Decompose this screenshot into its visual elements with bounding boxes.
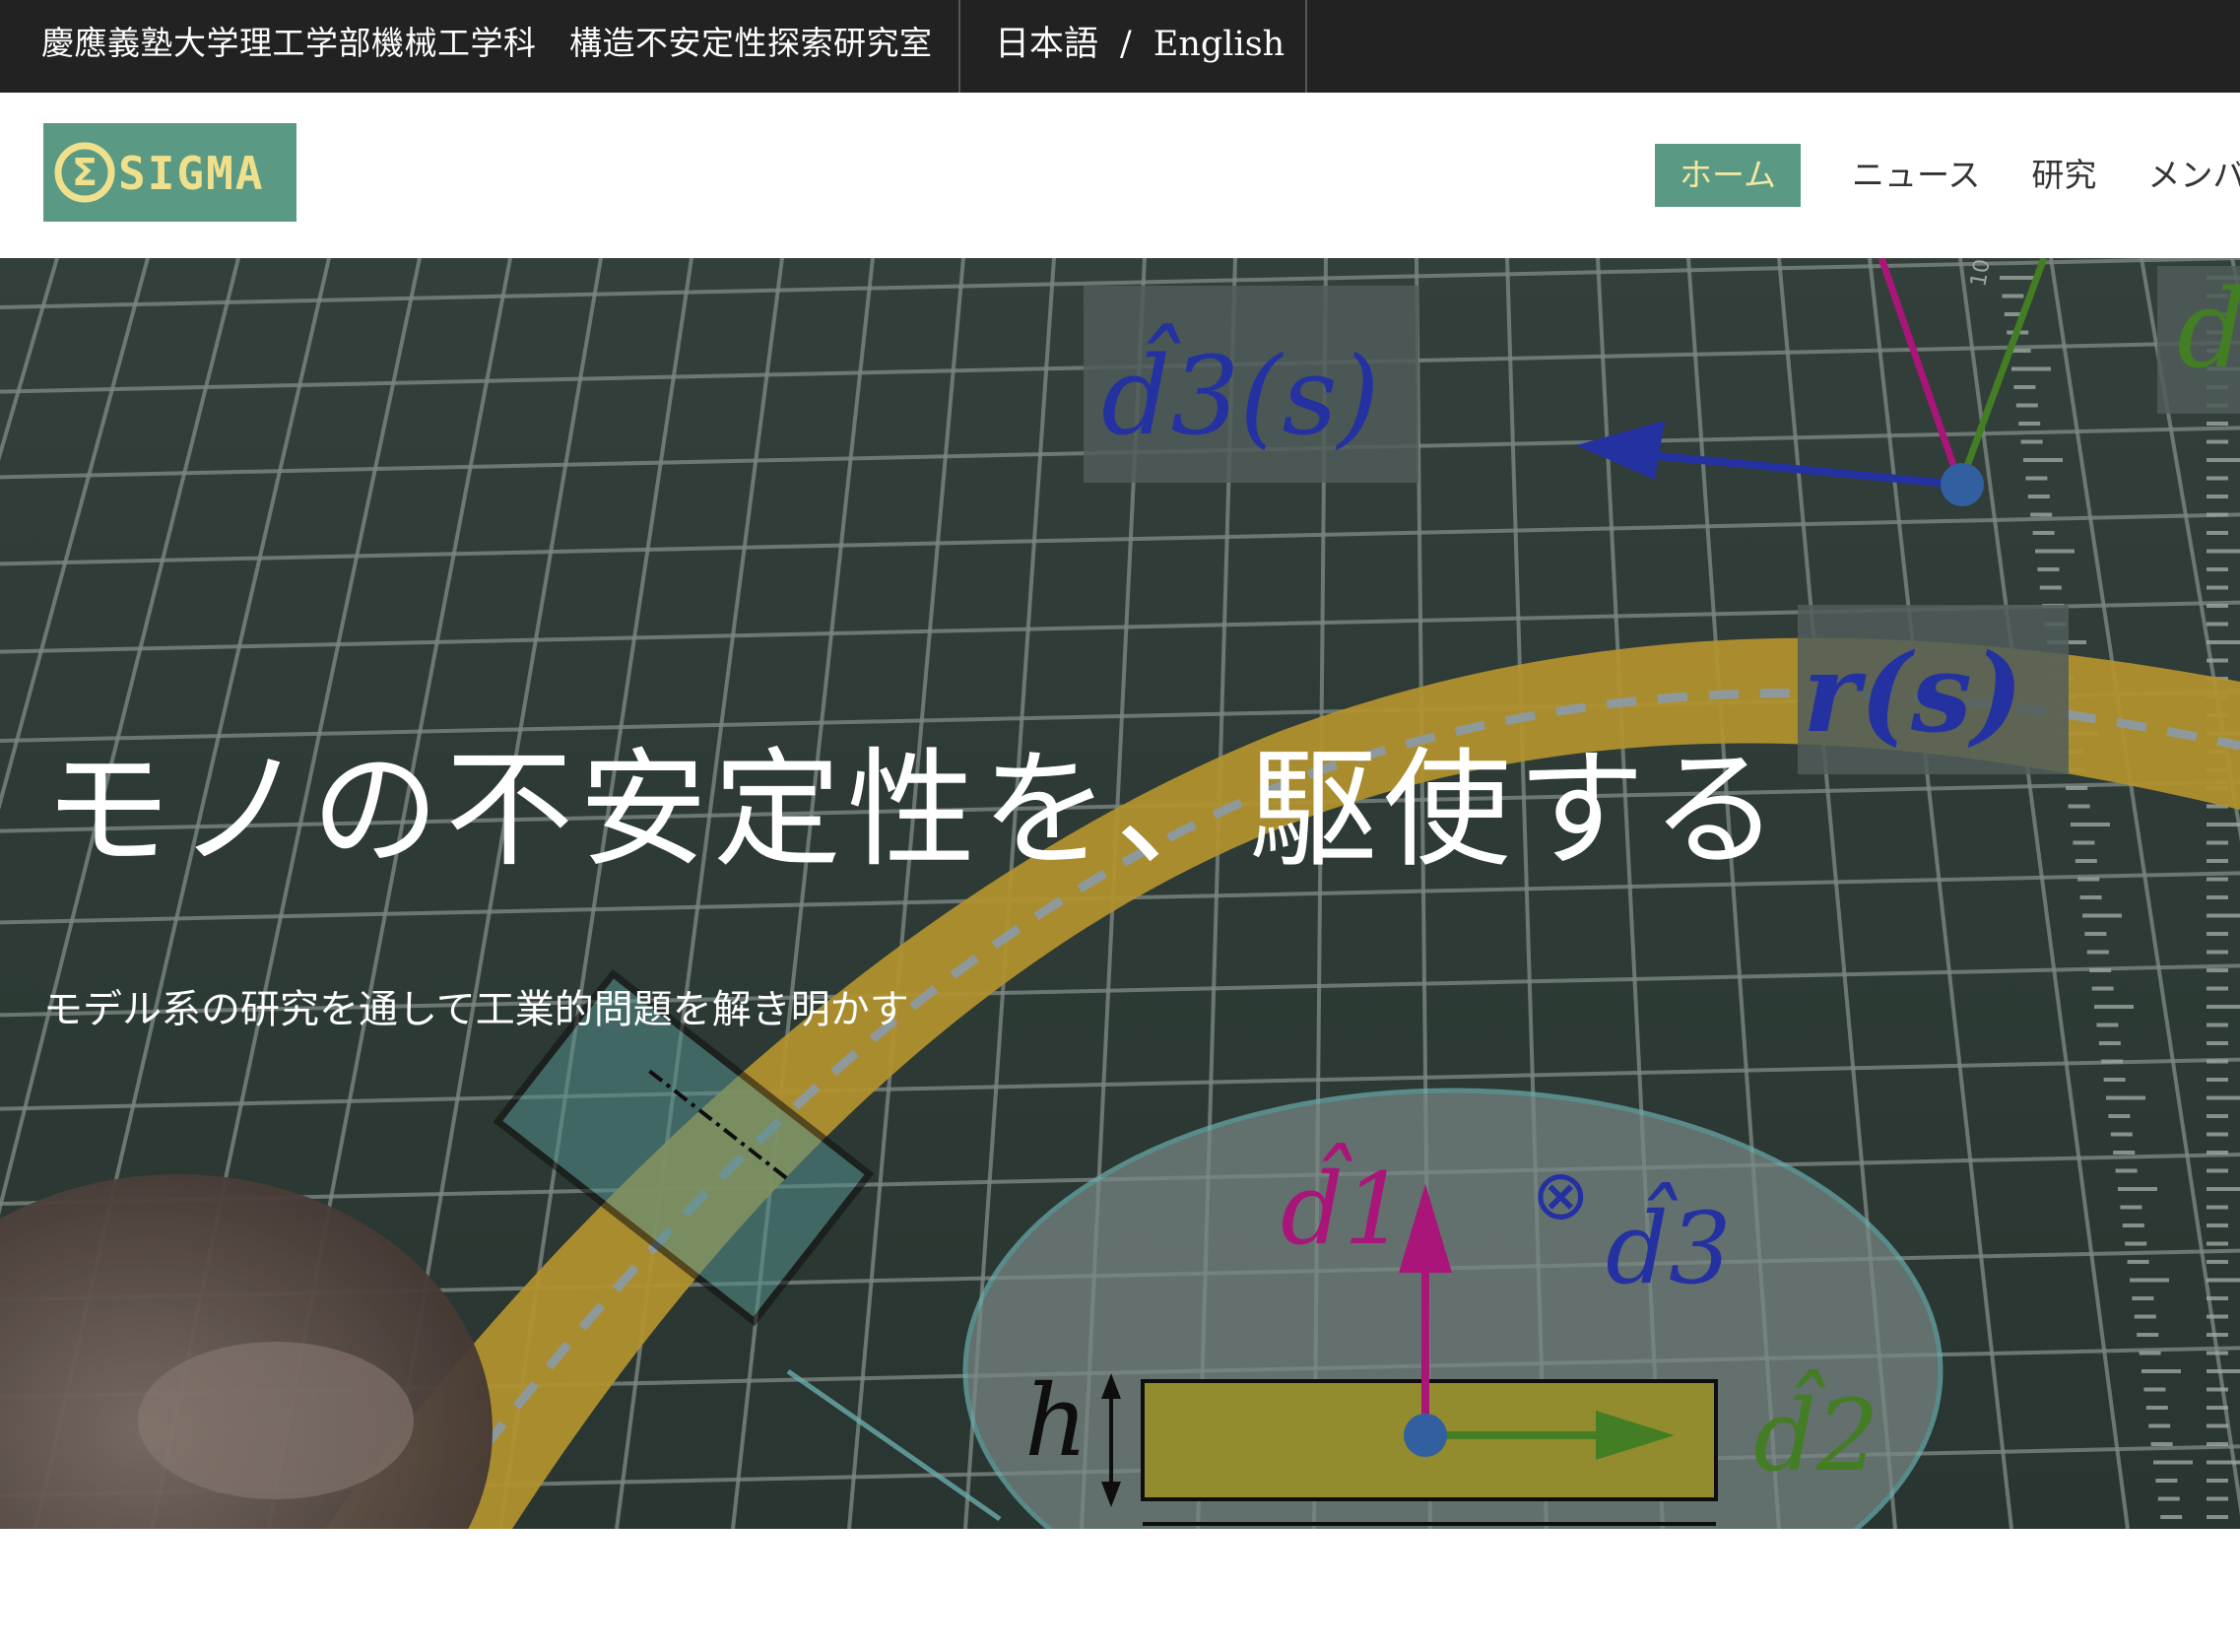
sigma-logo[interactable]: Σ SIGMA bbox=[43, 123, 296, 222]
site-header: Σ SIGMA ホーム ニュース 研究 メンバ bbox=[0, 93, 2240, 258]
lab-title: 慶應義塾大学理工学部機械工学科 構造不安定性探索研究室 bbox=[41, 24, 933, 62]
main-nav: ホーム ニュース 研究 メンバ bbox=[1655, 144, 2240, 207]
lang-japanese-link[interactable]: 日本語 bbox=[995, 25, 1098, 64]
nav-item-home[interactable]: ホーム bbox=[1655, 144, 1802, 207]
nav-item-members[interactable]: メンバ bbox=[2147, 144, 2240, 207]
hero-subline: モデル系の研究を通して工業的問題を解き明かす bbox=[43, 987, 909, 1032]
language-switcher: 日本語 / English bbox=[995, 0, 1285, 93]
lang-separator: / bbox=[1120, 25, 1132, 64]
logo-text: SIGMA bbox=[118, 147, 264, 200]
lang-english-link[interactable]: English bbox=[1153, 25, 1285, 64]
hero-background-image: 10 d̂3(s) d r(s) h d̂1 d̂2 ⊗ d̂3 bbox=[0, 258, 2240, 1529]
nav-item-news[interactable]: ニュース bbox=[1852, 144, 1980, 207]
topbar-divider bbox=[1305, 0, 1307, 93]
sigma-symbol: Σ bbox=[72, 151, 98, 194]
top-bar: 慶應義塾大学理工学部機械工学科 構造不安定性探索研究室 日本語 / English bbox=[0, 0, 2240, 93]
hero-banner: 10 d̂3(s) d r(s) h d̂1 d̂2 ⊗ d̂3 モノの不安定性… bbox=[0, 258, 2240, 1529]
hero-headline: モノの不安定性を、駆使する bbox=[43, 735, 1786, 885]
topbar-divider bbox=[958, 0, 960, 93]
nav-item-research[interactable]: 研究 bbox=[2031, 144, 2096, 207]
